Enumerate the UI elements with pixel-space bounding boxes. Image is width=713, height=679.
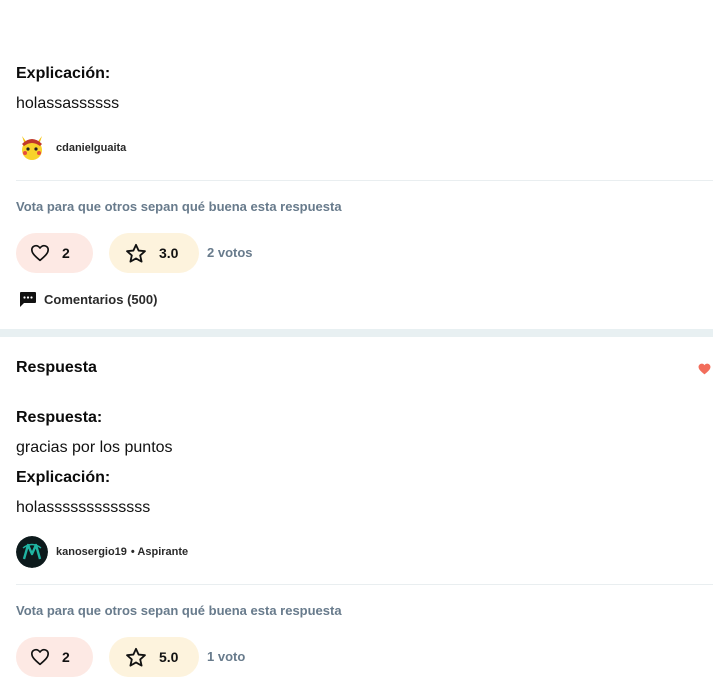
monogram-avatar-icon xyxy=(16,536,48,568)
comments-label: Comentarios (500) xyxy=(44,292,158,307)
rate-button[interactable]: 3.0 xyxy=(109,233,199,273)
author-row[interactable]: kanosergio19 • Aspirante xyxy=(16,536,188,568)
like-count: 2 xyxy=(62,649,70,665)
explanation-text: holasssssssssssss xyxy=(16,499,151,516)
answer-text: gracias por los puntos xyxy=(16,439,173,456)
comment-icon xyxy=(20,292,36,307)
avatar[interactable] xyxy=(16,132,48,164)
section-separator xyxy=(0,329,713,337)
author-row[interactable]: cdanielguaita xyxy=(16,132,126,164)
author-name[interactable]: kanosergio19 xyxy=(56,546,127,558)
pikachu-avatar-icon xyxy=(16,132,48,164)
author-name[interactable]: cdanielguaita xyxy=(56,142,126,154)
heart-outline-icon xyxy=(31,648,49,666)
like-count: 2 xyxy=(62,245,70,261)
explanation-text: holassassssss xyxy=(16,95,120,112)
vote-hint: Vota para que otros sepan qué buena esta… xyxy=(16,603,342,618)
vote-hint: Vota para que otros sepan qué buena esta… xyxy=(16,199,342,214)
votes-count: 1 voto xyxy=(207,649,246,664)
rating-value: 3.0 xyxy=(159,245,179,261)
rating-value: 5.0 xyxy=(159,649,179,665)
star-outline-icon xyxy=(126,243,146,263)
rate-button[interactable]: 5.0 xyxy=(109,637,199,677)
votes-count: 2 votos xyxy=(207,245,253,260)
explanation-label: Explicación: xyxy=(16,469,111,486)
answer-label: Respuesta: xyxy=(16,409,103,426)
heart-badge-icon xyxy=(698,363,711,375)
comments-button[interactable]: Comentarios (500) xyxy=(20,292,157,307)
author-rank: • Aspirante xyxy=(130,546,189,558)
answer-title: Respuesta xyxy=(16,359,97,376)
divider xyxy=(16,180,713,181)
like-button[interactable]: 2 xyxy=(16,233,93,273)
avatar[interactable] xyxy=(16,536,48,568)
heart-outline-icon xyxy=(31,244,49,262)
divider xyxy=(16,584,713,585)
like-button[interactable]: 2 xyxy=(16,637,93,677)
star-outline-icon xyxy=(126,647,146,667)
explanation-label: Explicación: xyxy=(16,65,111,82)
